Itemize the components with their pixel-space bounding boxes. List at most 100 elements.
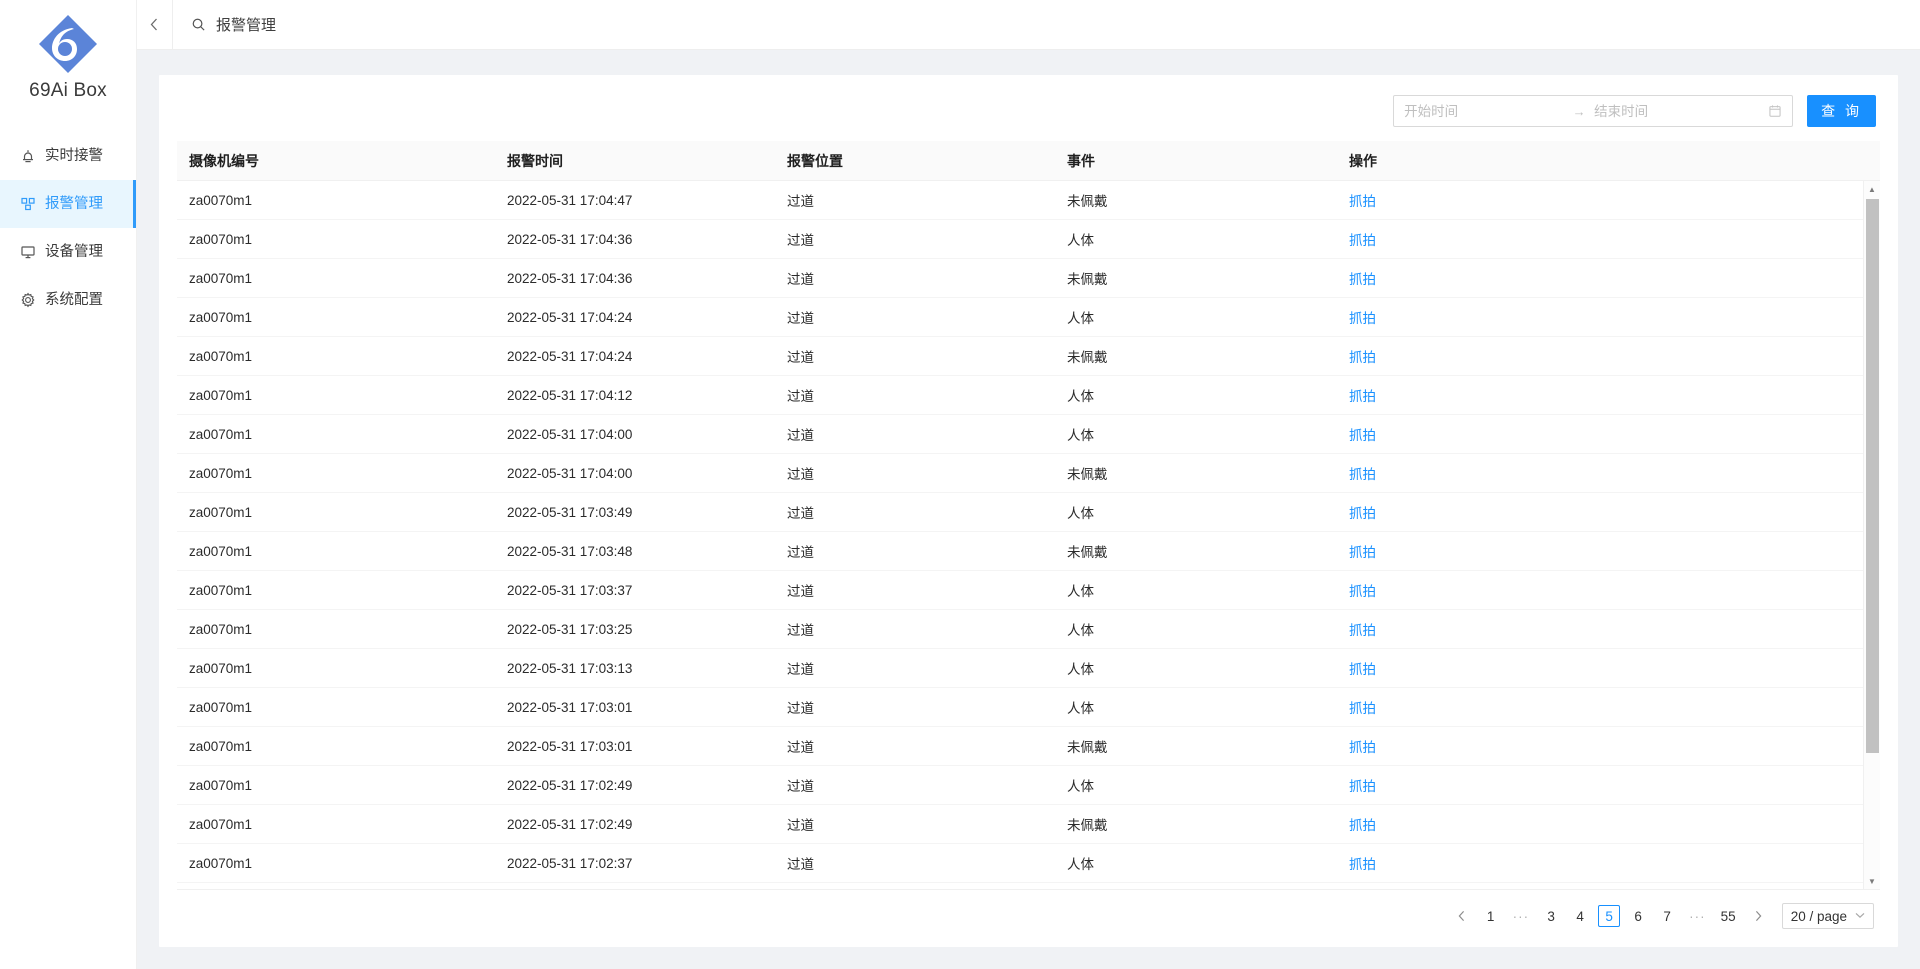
snapshot-link[interactable]: 抓拍 <box>1349 467 1376 482</box>
sidebar-item-label: 实时接警 <box>45 149 103 164</box>
cell-event: 未佩戴 <box>1067 814 1349 834</box>
brand-name: 69Ai Box <box>29 80 107 102</box>
cell-camera: za0070m1 <box>177 583 507 598</box>
cell-event: 人体 <box>1067 385 1349 405</box>
calendar-icon[interactable] <box>1768 104 1782 118</box>
alarm-panel: → 查 询 <box>159 75 1898 947</box>
pagination-next-button[interactable] <box>1747 905 1769 927</box>
snapshot-link[interactable]: 抓拍 <box>1349 194 1376 209</box>
cell-camera: za0070m1 <box>177 193 507 208</box>
snapshot-link[interactable]: 抓拍 <box>1349 506 1376 521</box>
cell-location: 过道 <box>787 463 1067 483</box>
query-button[interactable]: 查 询 <box>1807 95 1876 127</box>
cell-camera: za0070m1 <box>177 388 507 403</box>
snapshot-link[interactable]: 抓拍 <box>1349 857 1376 872</box>
cell-time: 2022-05-31 17:04:36 <box>507 232 787 247</box>
cell-time: 2022-05-31 17:04:24 <box>507 310 787 325</box>
chevron-left-icon <box>1457 910 1467 922</box>
cell-event: 未佩戴 <box>1067 463 1349 483</box>
table-row: za0070m12022-05-31 17:04:00过道未佩戴抓拍 <box>177 454 1863 493</box>
pagination-page-4[interactable]: 4 <box>1569 905 1591 927</box>
cell-event: 人体 <box>1067 229 1349 249</box>
breadcrumb: 报警管理 <box>173 14 276 35</box>
cell-event: 人体 <box>1067 502 1349 522</box>
table-row: za0070m12022-05-31 17:03:01过道人体抓拍 <box>177 688 1863 727</box>
scroll-down-icon[interactable]: ▼ <box>1864 873 1881 889</box>
cell-time: 2022-05-31 17:04:12 <box>507 388 787 403</box>
cell-time: 2022-05-31 17:02:49 <box>507 817 787 832</box>
cell-camera: za0070m1 <box>177 544 507 559</box>
cell-location: 过道 <box>787 346 1067 366</box>
snapshot-link[interactable]: 抓拍 <box>1349 272 1376 287</box>
snapshot-link[interactable]: 抓拍 <box>1349 779 1376 794</box>
pagination-page-5[interactable]: 5 <box>1598 905 1620 927</box>
snapshot-link[interactable]: 抓拍 <box>1349 623 1376 638</box>
cell-location: 过道 <box>787 853 1067 873</box>
pagination-page-3[interactable]: 3 <box>1540 905 1562 927</box>
grid-squares-icon <box>20 196 36 212</box>
table-row: za0070m12022-05-31 17:04:12过道人体抓拍 <box>177 376 1863 415</box>
table-row: za0070m12022-05-31 17:04:36过道未佩戴抓拍 <box>177 259 1863 298</box>
content: → 查 询 <box>137 50 1920 969</box>
start-time-input[interactable] <box>1404 104 1564 119</box>
cell-location: 过道 <box>787 385 1067 405</box>
cell-time: 2022-05-31 17:04:24 <box>507 349 787 364</box>
pagination-page-55[interactable]: 55 <box>1717 905 1740 927</box>
scroll-up-icon[interactable]: ▲ <box>1864 181 1881 197</box>
cell-event: 人体 <box>1067 658 1349 678</box>
cell-camera: za0070m1 <box>177 778 507 793</box>
snapshot-link[interactable]: 抓拍 <box>1349 584 1376 599</box>
table-scrollbar[interactable]: ▲ ▼ <box>1863 181 1880 889</box>
snapshot-link[interactable]: 抓拍 <box>1349 701 1376 716</box>
page-size-select[interactable]: 20 / page <box>1782 903 1874 929</box>
sidebar-item-realtime-alarm[interactable]: 实时接警 <box>0 132 136 180</box>
sidebar-collapse-button[interactable] <box>137 0 173 50</box>
sidebar: 69Ai Box 实时接警 <box>0 0 137 969</box>
cell-camera: za0070m1 <box>177 856 507 871</box>
snapshot-link[interactable]: 抓拍 <box>1349 311 1376 326</box>
sidebar-item-alarm-management[interactable]: 报警管理 <box>0 180 136 228</box>
table-row: za0070m12022-05-31 17:04:24过道人体抓拍 <box>177 298 1863 337</box>
cell-location: 过道 <box>787 658 1067 678</box>
cell-event: 人体 <box>1067 697 1349 717</box>
pagination-page-7[interactable]: 7 <box>1656 905 1678 927</box>
diamond-69-logo-icon <box>36 12 100 76</box>
cell-time: 2022-05-31 17:03:25 <box>507 622 787 637</box>
cell-camera: za0070m1 <box>177 232 507 247</box>
date-range-picker[interactable]: → <box>1393 95 1793 127</box>
table-row: za0070m12022-05-31 17:03:37过道人体抓拍 <box>177 571 1863 610</box>
cell-location: 过道 <box>787 502 1067 522</box>
cell-location: 过道 <box>787 307 1067 327</box>
snapshot-link[interactable]: 抓拍 <box>1349 740 1376 755</box>
table-row: za0070m12022-05-31 17:04:24过道未佩戴抓拍 <box>177 337 1863 376</box>
snapshot-link[interactable]: 抓拍 <box>1349 350 1376 365</box>
chevron-down-icon <box>1855 911 1865 922</box>
table-row: za0070m12022-05-31 17:03:25过道人体抓拍 <box>177 610 1863 649</box>
table-row: za0070m12022-05-31 17:04:00过道人体抓拍 <box>177 415 1863 454</box>
table-row: za0070m12022-05-31 17:02:37过道人体抓拍 <box>177 844 1863 883</box>
column-header-event: 事件 <box>1067 151 1349 171</box>
table-rows-container: za0070m12022-05-31 17:04:47过道未佩戴抓拍za0070… <box>177 181 1863 889</box>
snapshot-link[interactable]: 抓拍 <box>1349 389 1376 404</box>
cell-time: 2022-05-31 17:04:00 <box>507 466 787 481</box>
snapshot-link[interactable]: 抓拍 <box>1349 428 1376 443</box>
cell-camera: za0070m1 <box>177 466 507 481</box>
sidebar-item-system-config[interactable]: 系统配置 <box>0 276 136 324</box>
scrollbar-track[interactable] <box>1864 197 1881 873</box>
sidebar-item-label: 设备管理 <box>45 245 103 260</box>
cell-camera: za0070m1 <box>177 700 507 715</box>
snapshot-link[interactable]: 抓拍 <box>1349 233 1376 248</box>
sidebar-item-device-management[interactable]: 设备管理 <box>0 228 136 276</box>
pagination-prev-button[interactable] <box>1451 905 1473 927</box>
cell-camera: za0070m1 <box>177 427 507 442</box>
cell-location: 过道 <box>787 736 1067 756</box>
pagination-page-1[interactable]: 1 <box>1480 905 1502 927</box>
scrollbar-thumb[interactable] <box>1866 199 1879 753</box>
snapshot-link[interactable]: 抓拍 <box>1349 818 1376 833</box>
end-time-input[interactable] <box>1594 104 1754 119</box>
pagination-page-6[interactable]: 6 <box>1627 905 1649 927</box>
cell-time: 2022-05-31 17:04:47 <box>507 193 787 208</box>
table-row: za0070m12022-05-31 17:04:36过道人体抓拍 <box>177 220 1863 259</box>
snapshot-link[interactable]: 抓拍 <box>1349 662 1376 677</box>
snapshot-link[interactable]: 抓拍 <box>1349 545 1376 560</box>
